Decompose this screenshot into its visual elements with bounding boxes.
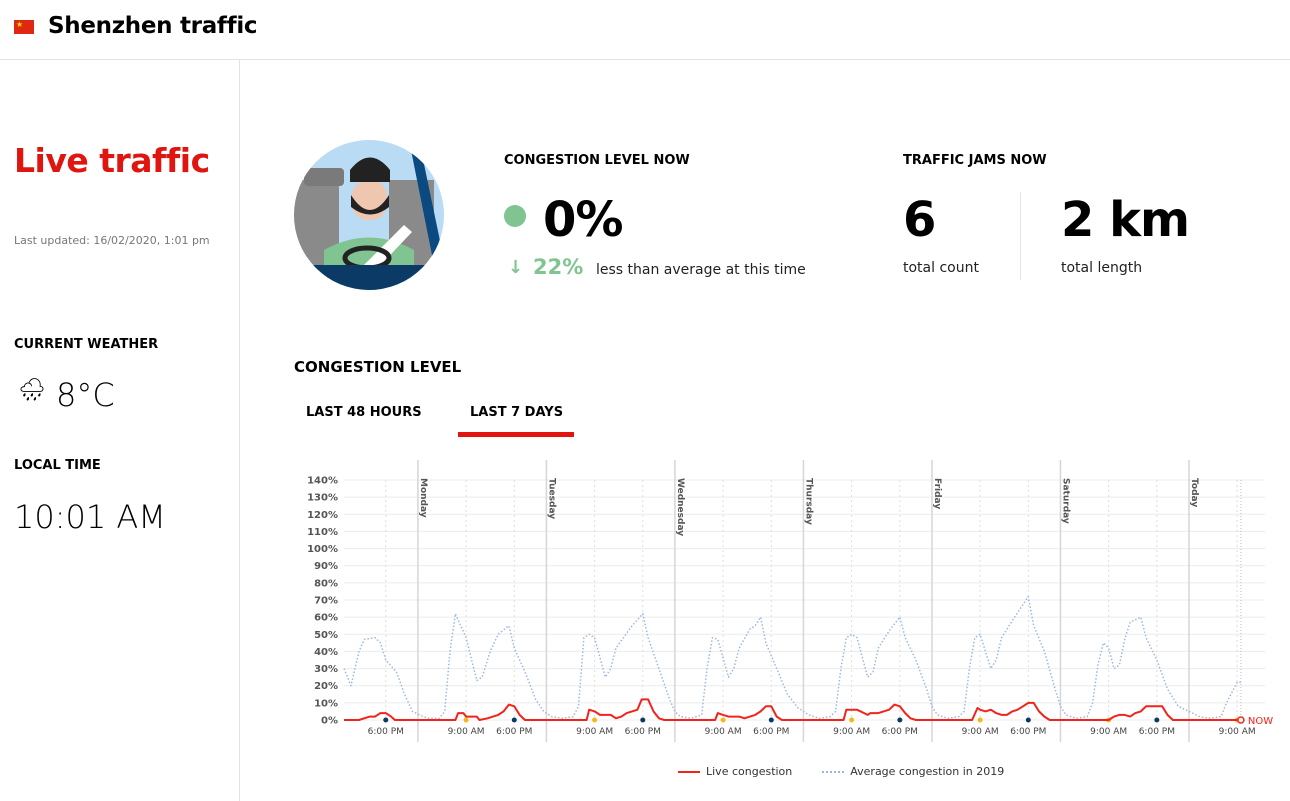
x-tick-label: 6:00 PM <box>496 727 532 737</box>
local-time: 10:01 AM <box>14 498 166 536</box>
y-tick-label: 90% <box>314 561 338 572</box>
arrow-down-icon: ↓ <box>508 257 524 278</box>
page-title: Shenzhen traffic <box>48 13 258 39</box>
time-marker-dot <box>849 717 855 723</box>
tab-last-48-hours[interactable]: LAST 48 HOURS <box>306 405 422 420</box>
driver-illustration <box>294 140 444 290</box>
average-congestion-line <box>343 595 1241 720</box>
jam-length: 2 km <box>1061 192 1190 248</box>
legend-average-label: Average congestion in 2019 <box>850 765 1005 778</box>
day-label: Wednesday <box>675 478 685 536</box>
time-marker-dot <box>1025 717 1031 723</box>
rain-cloud-icon: 🌧 <box>18 378 46 403</box>
x-tick-label: 9:00 AM <box>962 727 999 737</box>
y-tick-label: 130% <box>307 493 338 504</box>
time-marker-dot <box>977 717 983 723</box>
x-tick-label: 6:00 PM <box>625 727 661 737</box>
page-header: ★ Shenzhen traffic <box>0 0 1290 60</box>
x-tick-label: 9:00 AM <box>705 727 742 737</box>
x-tick-label: 6:00 PM <box>753 727 789 737</box>
legend-live-label: Live congestion <box>706 765 793 778</box>
last-updated: Last updated: 16/02/2020, 1:01 pm <box>14 234 210 247</box>
temperature: 8°C <box>56 376 115 414</box>
weather-heading: CURRENT WEATHER <box>14 337 159 352</box>
x-tick-label: 9:00 AM <box>448 727 485 737</box>
congestion-chart: 0% 10% 20% 30% 40% 50% 60% 70% 80% 90% 100% 110% 120… <box>307 460 1273 742</box>
x-tick-label: 9:00 AM <box>833 727 870 737</box>
chart-heading: CONGESTION LEVEL <box>294 358 462 376</box>
congestion-change: 22% <box>533 255 584 279</box>
x-tick-label: 6:00 PM <box>1139 727 1175 737</box>
y-tick-label: 80% <box>314 578 338 589</box>
y-tick-label: 40% <box>314 647 338 658</box>
day-label: Tuesday <box>546 478 556 519</box>
day-label: Monday <box>418 478 428 518</box>
y-tick-label: 110% <box>307 527 338 538</box>
y-tick-label: 70% <box>314 596 338 607</box>
now-label: NOW <box>1248 716 1273 727</box>
congestion-now-heading: CONGESTION LEVEL NOW <box>504 153 690 168</box>
x-tick-label: 6:00 PM <box>368 727 404 737</box>
tab-last-7-days[interactable]: LAST 7 DAYS <box>470 405 563 420</box>
y-tick-label: 30% <box>314 664 338 675</box>
time-marker-dot <box>1154 717 1160 723</box>
time-marker-dot <box>720 717 726 723</box>
time-marker-dot <box>383 717 389 723</box>
time-marker-dot <box>640 717 646 723</box>
x-tick-label: 6:00 PM <box>1010 727 1046 737</box>
y-tick-label: 120% <box>307 510 338 521</box>
legend-average-swatch <box>822 770 845 773</box>
jam-count: 6 <box>903 192 937 248</box>
day-label: Today <box>1189 478 1199 507</box>
legend-live-swatch <box>678 770 700 773</box>
chart-legend: Live congestion Average congestion in 20… <box>678 765 1004 778</box>
status-dot <box>504 205 526 227</box>
local-time-heading: LOCAL TIME <box>14 458 101 473</box>
live-traffic-title: Live traffic <box>14 141 210 180</box>
y-tick-label: 100% <box>307 544 338 555</box>
congestion-value: 0% <box>543 192 623 248</box>
time-marker-dot <box>463 717 469 723</box>
y-tick-label: 20% <box>314 681 338 692</box>
time-marker-dot <box>768 717 774 723</box>
y-tick-label: 0% <box>321 716 338 727</box>
traffic-jams-heading: TRAFFIC JAMS NOW <box>903 153 1047 168</box>
y-tick-label: 10% <box>314 698 338 709</box>
day-label: Saturday <box>1060 478 1070 524</box>
congestion-change-text: less than average at this time <box>596 262 806 278</box>
jam-length-label: total length <box>1061 260 1143 276</box>
y-tick-label: 140% <box>307 476 338 487</box>
x-tick-label: 9:00 AM <box>1219 727 1256 737</box>
time-marker-dot <box>511 717 517 723</box>
now-marker <box>1237 716 1245 724</box>
active-tab-indicator <box>458 432 574 437</box>
x-tick-label: 6:00 PM <box>882 727 918 737</box>
jam-count-label: total count <box>903 260 979 276</box>
time-marker-dot <box>897 717 903 723</box>
day-label: Friday <box>932 478 942 509</box>
y-tick-label: 60% <box>314 613 338 624</box>
time-marker-dot <box>592 717 598 723</box>
divider <box>1020 192 1021 280</box>
x-tick-label: 9:00 AM <box>1090 727 1127 737</box>
day-label: Thursday <box>803 478 813 525</box>
x-tick-label: 9:00 AM <box>576 727 613 737</box>
y-tick-label: 50% <box>314 630 338 641</box>
china-flag-icon: ★ <box>14 20 34 34</box>
